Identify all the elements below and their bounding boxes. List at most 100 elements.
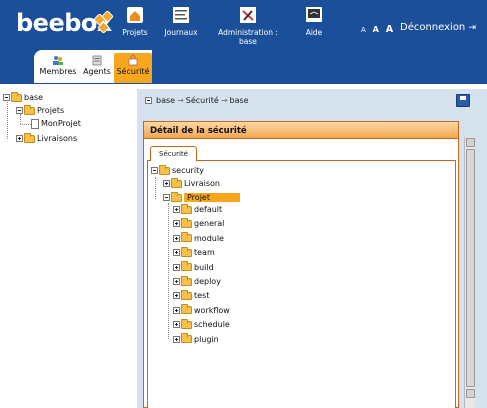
expand-icon[interactable] <box>173 234 180 242</box>
expand-icon[interactable] <box>173 220 180 228</box>
tree-node-security[interactable]: security <box>151 164 204 176</box>
tree-label-schedule: schedule <box>194 320 230 330</box>
folder-icon <box>11 91 22 102</box>
scroll-thumb[interactable] <box>466 149 475 387</box>
tree-node-build[interactable]: build <box>173 261 214 273</box>
breadcrumb-item-2[interactable]: Sécurité <box>186 96 219 105</box>
tab-agents[interactable]: Agents <box>80 53 114 83</box>
font-size-small[interactable]: A <box>361 26 366 34</box>
tree-node-livraisons[interactable]: Livraisons <box>16 132 78 144</box>
tab-securite-label: Sécurité <box>116 67 150 76</box>
folder-icon <box>181 289 192 300</box>
tree-node-projets[interactable]: Projets <box>16 104 64 116</box>
tree-label-workflow: workflow <box>194 305 230 315</box>
scroll-down-button[interactable] <box>466 389 475 398</box>
folder-icon <box>181 217 192 228</box>
tree-node-deploy[interactable]: deploy <box>173 275 221 287</box>
scroll-up-button[interactable] <box>466 138 475 147</box>
collapse-icon[interactable] <box>151 167 158 174</box>
tree-node-team[interactable]: team <box>173 246 215 258</box>
tree-node-module[interactable]: module <box>173 232 224 244</box>
tree-node-plugin[interactable]: plugin <box>173 333 219 345</box>
tree-node-schedule[interactable]: schedule <box>173 318 230 330</box>
collapse-icon[interactable] <box>145 97 152 104</box>
logout-label: Déconnexion <box>400 22 466 33</box>
expand-icon[interactable] <box>173 306 180 314</box>
admin-icon <box>240 7 256 23</box>
help-icon <box>306 7 322 22</box>
tree-node-monprojet[interactable]: MonProjet <box>31 118 81 129</box>
tab-membres-label: Membres <box>39 67 77 76</box>
tree-node-base[interactable]: base <box>3 91 44 103</box>
tree-node-default[interactable]: default <box>173 203 223 215</box>
nav-projets-label: Projets <box>122 28 148 37</box>
tree-node-workflow[interactable]: workflow <box>173 304 230 316</box>
tree-label-general: general <box>194 219 225 229</box>
folder-icon <box>24 104 35 115</box>
folder-icon <box>159 164 170 175</box>
folder-icon <box>181 318 192 329</box>
breadcrumb: base → Sécurité → base <box>145 96 249 105</box>
folder-icon <box>24 132 35 143</box>
members-icon <box>53 56 63 65</box>
font-size-controls: A A A <box>361 24 397 35</box>
nav-aide[interactable]: Aide <box>300 6 328 37</box>
folder-icon <box>181 232 192 243</box>
folder-icon <box>181 203 192 214</box>
security-icon <box>128 55 138 66</box>
tree-label-base: base <box>24 93 44 102</box>
agents-icon <box>92 55 102 66</box>
tree-label-livraisons: Livraisons <box>37 134 78 143</box>
font-size-large[interactable]: A <box>386 24 393 35</box>
expand-icon[interactable] <box>173 263 180 271</box>
tree-label-monprojet: MonProjet <box>41 119 81 128</box>
folder-icon <box>171 177 182 188</box>
collapse-icon[interactable] <box>163 194 170 201</box>
folder-icon <box>181 261 192 272</box>
save-icon[interactable] <box>456 94 470 107</box>
tree-label-team: team <box>194 248 215 258</box>
tree-label-plugin: plugin <box>194 334 219 344</box>
logout-icon: ⇥ <box>468 23 477 33</box>
vertical-scrollbar[interactable] <box>464 137 475 408</box>
folder-icon <box>181 246 192 257</box>
expand-icon[interactable] <box>173 292 180 300</box>
expand-icon[interactable] <box>16 135 23 142</box>
tree-node-general[interactable]: general <box>173 217 225 229</box>
collapse-icon[interactable] <box>3 94 10 101</box>
tab-membres[interactable]: Membres <box>38 53 78 83</box>
tab-securite[interactable]: Sécurité <box>114 53 152 83</box>
home-icon <box>127 7 143 23</box>
expand-icon[interactable] <box>173 249 180 257</box>
folder-icon <box>171 191 182 202</box>
collapse-icon[interactable] <box>16 107 23 114</box>
tree-node-test[interactable]: test <box>173 289 210 301</box>
expand-icon[interactable] <box>173 206 180 213</box>
font-size-medium[interactable]: A <box>373 25 379 34</box>
tree-label-deploy: deploy <box>194 277 221 286</box>
breadcrumb-separator-2: → <box>220 96 228 105</box>
nav-journaux[interactable]: Journaux <box>160 6 202 37</box>
panel-title: Détail de la sécurité <box>144 122 458 139</box>
breadcrumb-item-1[interactable]: base <box>156 96 175 105</box>
nav-administration-label: Administration : base <box>218 28 278 46</box>
tree-node-livraison[interactable]: Livraison <box>163 177 220 189</box>
nav-administration[interactable]: Administration : base <box>208 6 288 46</box>
tree-label-default: default <box>194 205 223 214</box>
expand-icon[interactable] <box>173 278 180 285</box>
tree-label-test: test <box>194 291 210 301</box>
document-icon <box>31 118 39 129</box>
expand-icon[interactable] <box>163 180 170 187</box>
tree-label-security: security <box>172 166 204 175</box>
tab-securite-inner[interactable]: Sécurité <box>150 146 197 161</box>
expand-icon[interactable] <box>173 321 180 329</box>
tab-agents-label: Agents <box>83 67 111 76</box>
nav-projets[interactable]: Projets <box>120 6 150 37</box>
tree-label-module: module <box>194 233 224 243</box>
breadcrumb-separator-1: → <box>177 96 184 105</box>
logout-link[interactable]: Déconnexion ⇥ <box>400 22 476 33</box>
tree-node-projet[interactable]: Projet <box>163 191 240 203</box>
breadcrumb-item-3[interactable]: base <box>230 96 249 105</box>
expand-icon[interactable] <box>173 335 180 343</box>
nav-aide-label: Aide <box>305 28 323 37</box>
